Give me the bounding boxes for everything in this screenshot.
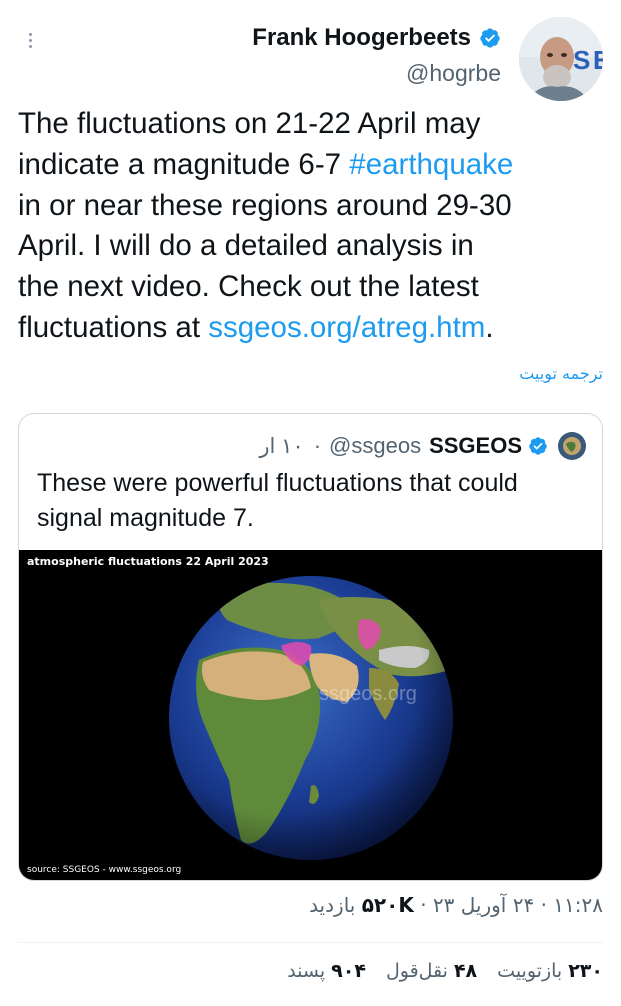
- tweet-time[interactable]: ۱۱:۲۸: [553, 893, 603, 917]
- tweet-line: indicate a magnitude 6-7: [18, 147, 350, 181]
- earth-globe-image: ssgeos.org: [169, 576, 453, 860]
- tweet-line: the next video. Check out the latest: [18, 270, 479, 304]
- tweet-line: The fluctuations on 21-22 April may: [18, 107, 481, 140]
- tweet-text: The fluctuations on 21-22 April may indi…: [18, 104, 608, 349]
- quote-separator: ·: [313, 433, 322, 458]
- likes-stat[interactable]: ۹۰۴پسند: [287, 960, 366, 982]
- meta-separator: ·: [540, 893, 547, 917]
- quote-author-avatar[interactable]: [558, 432, 586, 460]
- tweet-line: .: [485, 310, 494, 344]
- retweets-count: ۲۳۰: [568, 960, 603, 982]
- tweet-date[interactable]: ۲۴ آوریل ۲۳: [433, 893, 534, 917]
- quote-header: ۱۰ ار · @ssgeos SSGEOS: [259, 432, 586, 460]
- engagement-stats: ۲۳۰بازتوییت ۴۸نقل‌قول ۹۰۴پسند: [287, 960, 603, 982]
- meta-separator: ·: [420, 893, 427, 917]
- svg-text:S: S: [573, 45, 590, 75]
- media-title: atmospheric fluctuations 22 April 2023: [27, 555, 269, 568]
- tweet-meta-line: ۱۱:۲۸ · ۲۴ آوریل ۲۳ · ۵۲۰K بازدید: [309, 893, 603, 917]
- quote-media-image[interactable]: ssgeos.org atmospheric fluctuations 22 A…: [19, 550, 602, 880]
- verified-badge-icon: [529, 437, 547, 455]
- quote-tweet-card[interactable]: ۱۰ ار · @ssgeos SSGEOS These were powerf…: [18, 413, 603, 881]
- divider: [18, 942, 603, 943]
- quote-handle[interactable]: @ssgeos: [329, 433, 421, 459]
- media-watermark: ssgeos.org: [319, 683, 417, 705]
- url-link[interactable]: ssgeos.org/atreg.htm: [208, 311, 485, 344]
- tweet-line: fluctuations at: [18, 310, 209, 344]
- quote-author-name[interactable]: SSGEOS: [429, 433, 522, 459]
- likes-count: ۹۰۴: [331, 960, 366, 982]
- quotes-stat[interactable]: ۴۸نقل‌قول: [386, 960, 477, 982]
- views-count: ۵۲۰K: [361, 893, 414, 917]
- author-name[interactable]: Frank Hoogerbeets: [252, 24, 471, 52]
- author-avatar[interactable]: S E: [519, 17, 603, 101]
- views-label: بازدید: [309, 893, 356, 917]
- author-name-row[interactable]: Frank Hoogerbeets: [252, 24, 501, 52]
- retweets-label: بازتوییت: [497, 960, 563, 982]
- quote-time[interactable]: ۱۰ ار: [259, 434, 303, 459]
- quote-text: These were powerful fluctuations that co…: [37, 469, 518, 532]
- tweet-line: April. I will do a detailed analysis in: [18, 229, 474, 263]
- more-options-button[interactable]: [22, 30, 38, 52]
- verified-badge-icon: [480, 28, 500, 48]
- translate-tweet-link[interactable]: ترجمه توییت: [519, 364, 603, 383]
- quotes-count: ۴۸: [453, 960, 478, 982]
- svg-text:E: E: [593, 45, 603, 75]
- dot-icon: [28, 39, 32, 42]
- hashtag-link[interactable]: #earthquake: [349, 148, 513, 181]
- likes-label: پسند: [287, 960, 326, 982]
- author-block: Frank Hoogerbeets @hogrbe: [252, 24, 501, 87]
- media-source: source: SSGEOS - www.ssgeos.org: [27, 865, 182, 875]
- quotes-label: نقل‌قول: [385, 960, 448, 982]
- tweet-line: in or near these regions around 29-30: [18, 188, 512, 222]
- globe-avatar-icon: [558, 432, 586, 460]
- author-handle[interactable]: @hogrbe: [252, 60, 501, 87]
- dot-icon: [28, 45, 32, 48]
- dot-icon: [28, 33, 32, 36]
- avatar-image: S E: [519, 17, 603, 101]
- retweets-stat[interactable]: ۲۳۰بازتوییت: [497, 960, 603, 982]
